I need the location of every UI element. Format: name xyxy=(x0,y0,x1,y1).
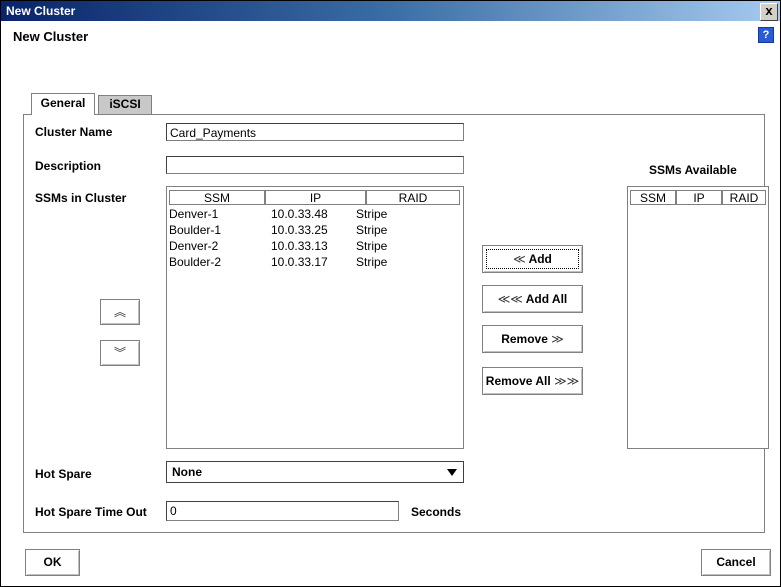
description-label: Description xyxy=(35,159,102,173)
ssms-in-cluster-label: SSMs in Cluster xyxy=(35,191,127,205)
tab-general[interactable]: General xyxy=(31,93,95,115)
description-input[interactable] xyxy=(166,156,464,174)
ssms-available-label: SSMs Available xyxy=(649,163,737,177)
column-header-ssm[interactable]: SSM xyxy=(169,190,265,205)
tab-iscsi[interactable]: iSCSI xyxy=(98,95,152,114)
cluster-name-input[interactable]: Card_Payments xyxy=(166,123,464,141)
hot-spare-value: None xyxy=(172,465,202,479)
cell-ssm: Boulder-1 xyxy=(169,223,222,237)
remove-button[interactable]: Remove ≫ xyxy=(482,325,583,353)
column-header-ssm[interactable]: SSM xyxy=(630,190,676,205)
cell-ssm: Denver-1 xyxy=(169,207,219,221)
chevron-up-icon: ︽ xyxy=(113,305,126,319)
help-icon[interactable]: ? xyxy=(758,27,774,43)
remove-button-label: Remove xyxy=(501,332,548,346)
available-ssm-table[interactable]: SSM IP RAID xyxy=(627,186,769,449)
close-icon[interactable]: x xyxy=(760,3,778,21)
move-up-button[interactable]: ︽ xyxy=(100,299,140,325)
dialog-heading: New Cluster xyxy=(13,29,89,44)
cell-ip: 10.0.33.17 xyxy=(271,255,328,269)
hot-spare-timeout-input[interactable]: 0 xyxy=(166,501,399,521)
cell-ip: 10.0.33.25 xyxy=(271,223,328,237)
column-header-ip[interactable]: IP xyxy=(265,190,366,205)
column-header-raid[interactable]: RAID xyxy=(722,190,766,205)
window-title: New Cluster xyxy=(6,4,76,18)
add-button[interactable]: ≪ Add xyxy=(482,245,583,273)
title-bar: New Cluster x xyxy=(1,1,780,21)
chevron-down-icon xyxy=(447,469,457,476)
add-all-button-label: Add All xyxy=(525,292,568,306)
chevron-left-icon: ≪ xyxy=(513,252,526,266)
cell-ssm: Boulder-2 xyxy=(169,255,222,269)
remove-all-button-label: Remove All xyxy=(485,374,551,388)
cell-raid: Stripe xyxy=(356,207,388,221)
cell-raid: Stripe xyxy=(356,223,388,237)
chevron-down-icon: ︾ xyxy=(113,346,126,360)
hot-spare-select[interactable]: None xyxy=(166,461,464,483)
cluster-ssm-table[interactable]: SSM IP RAID Denver-1 10.0.33.48 Stripe B… xyxy=(166,186,464,449)
remove-all-button[interactable]: Remove All ≫≫ xyxy=(482,367,583,395)
add-button-label: Add xyxy=(528,252,552,266)
cell-raid: Stripe xyxy=(356,239,388,253)
cluster-name-label: Cluster Name xyxy=(35,125,113,139)
move-down-button[interactable]: ︾ xyxy=(100,340,140,366)
column-header-ip[interactable]: IP xyxy=(676,190,722,205)
cell-ip: 10.0.33.13 xyxy=(271,239,328,253)
double-chevron-right-icon: ≫≫ xyxy=(554,374,580,388)
ok-button[interactable]: OK xyxy=(25,549,80,576)
column-header-raid[interactable]: RAID xyxy=(366,190,460,205)
hot-spare-timeout-label: Hot Spare Time Out xyxy=(35,505,147,519)
chevron-right-icon: ≫ xyxy=(551,332,564,346)
double-chevron-left-icon: ≪≪ xyxy=(497,292,523,306)
cancel-button[interactable]: Cancel xyxy=(701,549,771,576)
seconds-label: Seconds xyxy=(411,505,462,519)
hot-spare-label: Hot Spare xyxy=(35,467,92,481)
add-all-button[interactable]: ≪≪ Add All xyxy=(482,285,583,313)
cell-ssm: Denver-2 xyxy=(169,239,219,253)
cell-raid: Stripe xyxy=(356,255,388,269)
cell-ip: 10.0.33.48 xyxy=(271,207,328,221)
new-cluster-dialog: New Cluster x New Cluster ? General iSCS… xyxy=(0,0,781,587)
